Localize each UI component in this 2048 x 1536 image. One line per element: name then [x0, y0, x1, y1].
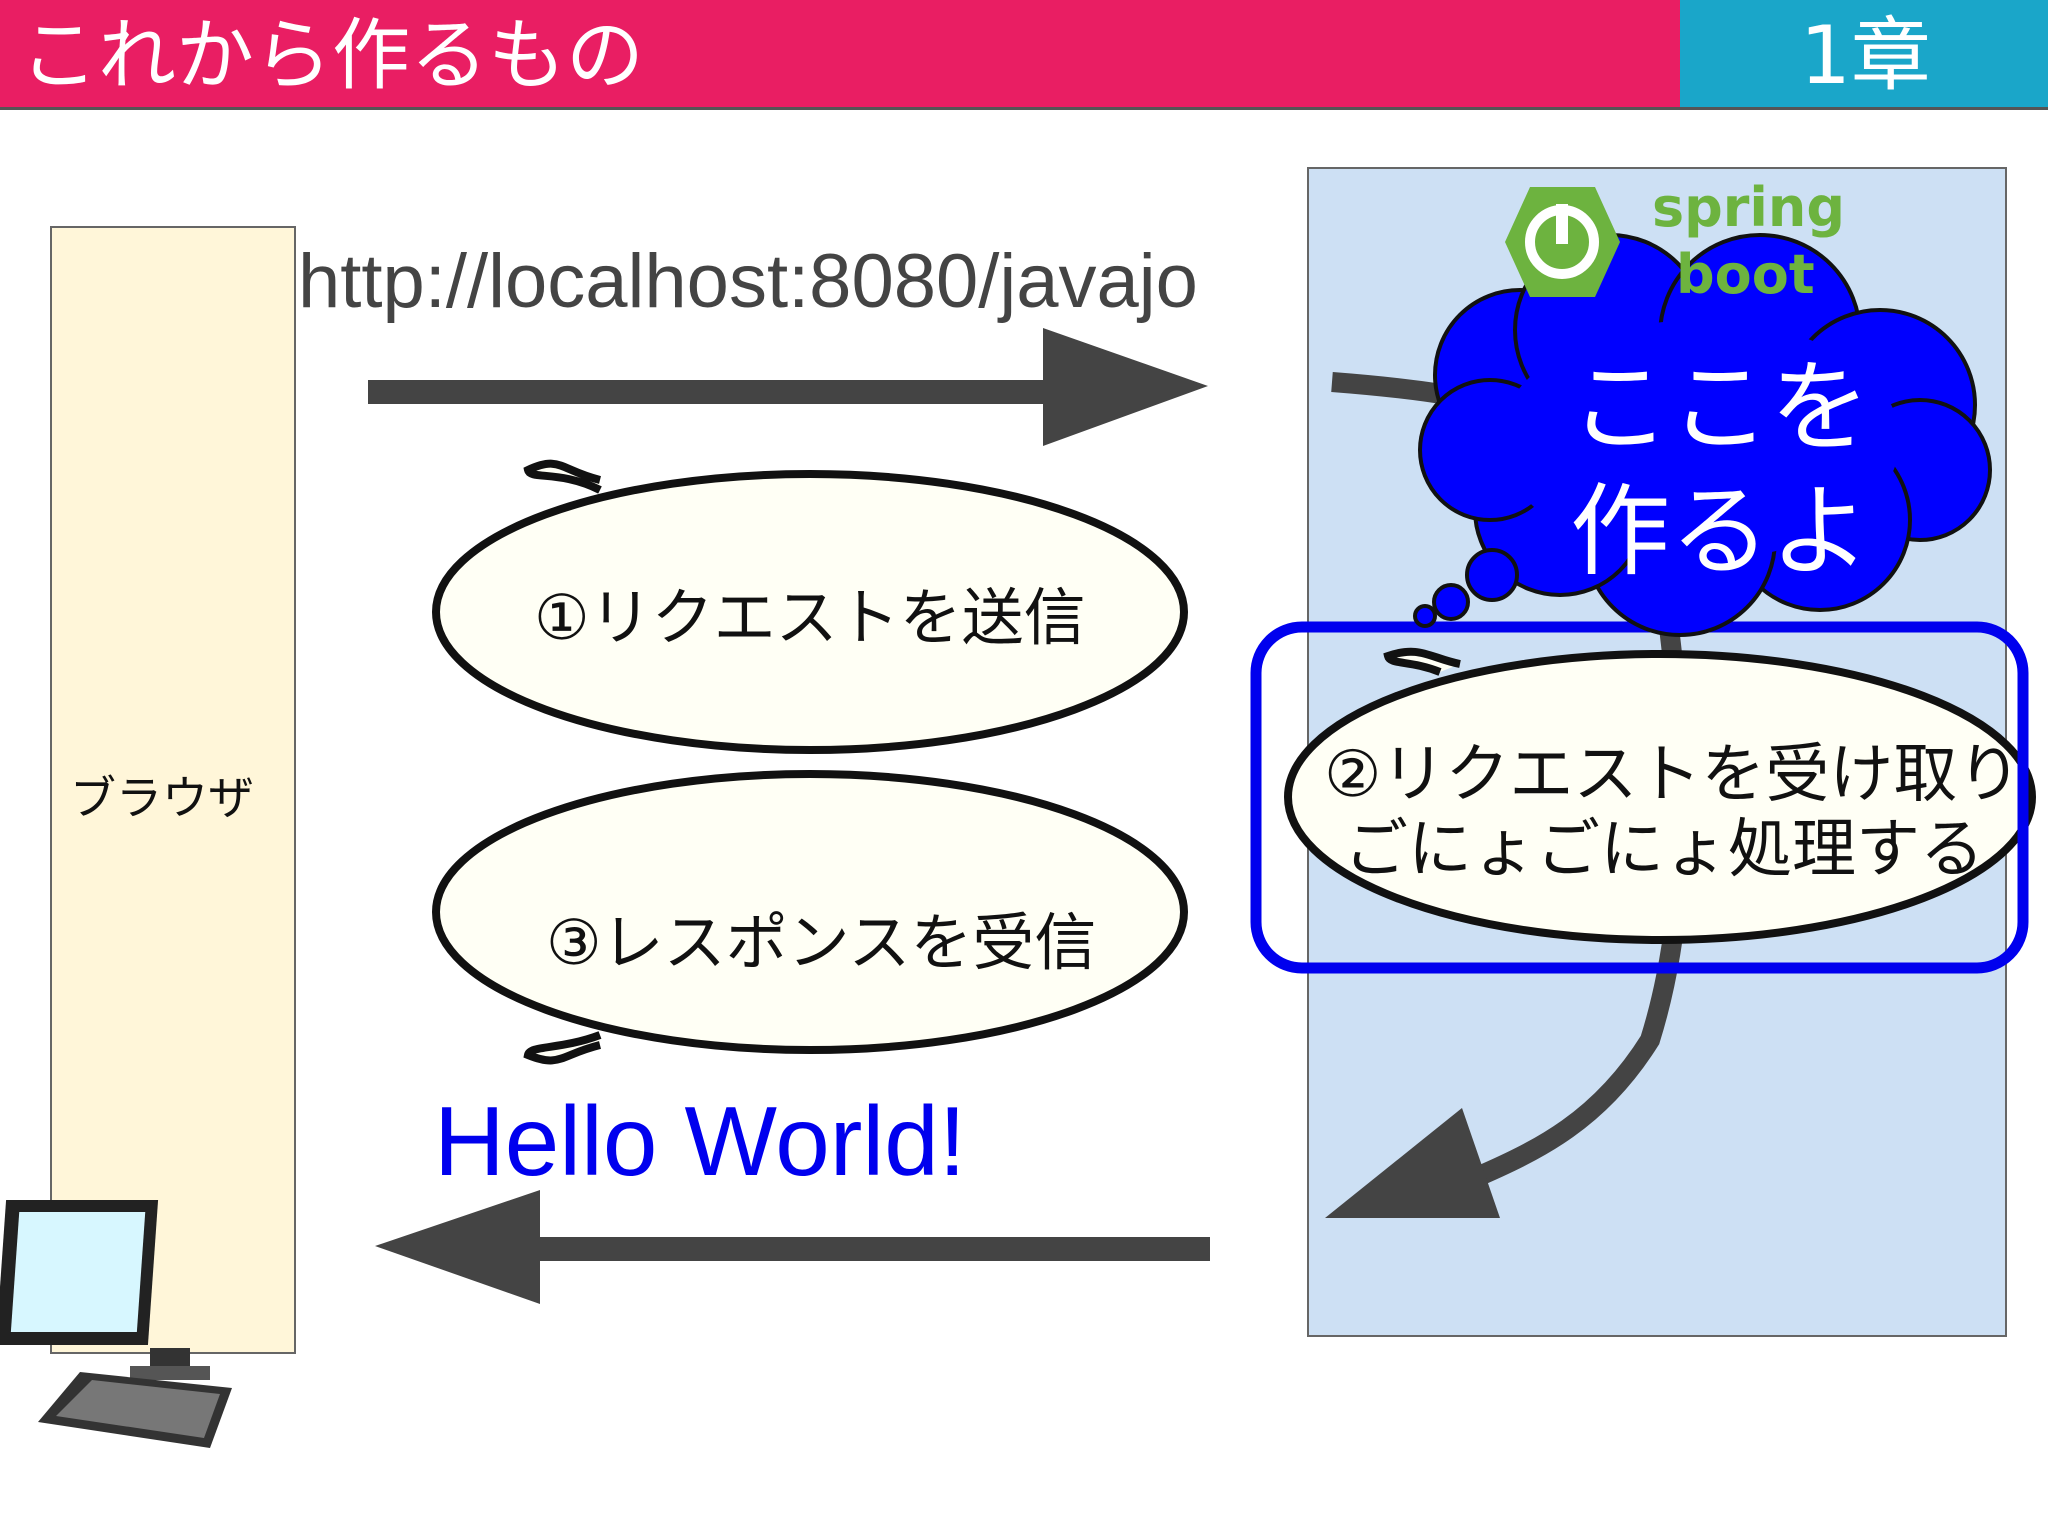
step1-label: ①リクエストを送信: [534, 581, 1086, 654]
server-flow-arrowhead: [1325, 1108, 1500, 1218]
response-hello-text: Hello World!: [434, 1086, 966, 1196]
response-arrow: [375, 1190, 1210, 1304]
boot-logo-text: boot: [1676, 243, 1815, 306]
request-arrow: [368, 328, 1208, 446]
step3-label: ③レスポンスを受信: [546, 906, 1097, 979]
step2-label-line2: ごにょごにょ処理する: [1344, 813, 1984, 887]
cloud-text-line2: 作るよ: [1570, 473, 1870, 590]
spring-logo-text: spring: [1652, 176, 1846, 239]
computer-icon: [0, 1200, 232, 1448]
request-url: http://localhost:8080/javajo: [298, 239, 1198, 324]
